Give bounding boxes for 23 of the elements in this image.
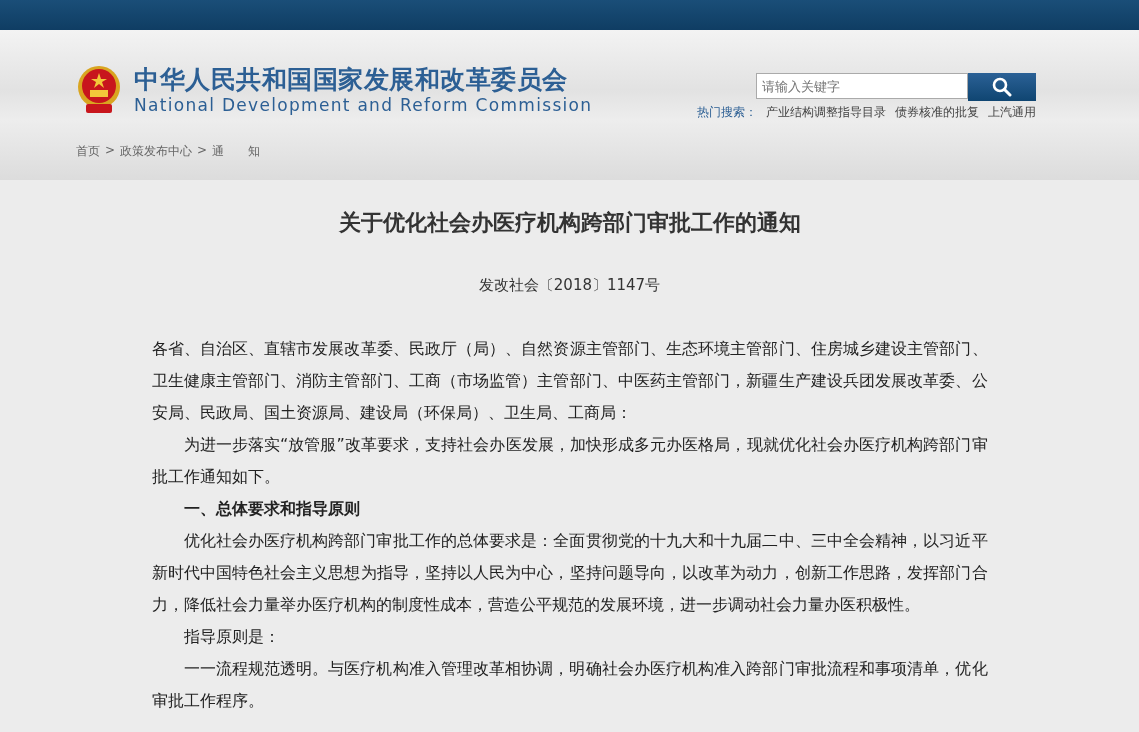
site-title: 中华人民共和国国家发展和改革委员会 — [134, 64, 569, 95]
paragraph: 优化社会办医疗机构跨部门审批工作的总体要求是：全面贯彻党的十九大和十九届二中、三中全会精神，以习近平新时代中国特色社会主义思想为指导，坚持以人民为中心，坚持问题导向，以改革为动力，创新工作思路，发挥部门合力，降低社会力量举办医疗机构的制度性成本，营造公平规范的发展环境，进一步调动社会力量办医积极性。 — [151, 530, 988, 616]
search-field[interactable]: 请输入关键字 — [756, 73, 968, 99]
breadcrumb-link[interactable]: 通 知 — [212, 143, 261, 160]
hot-search-link[interactable]: 产业结构调整指导目录 — [766, 104, 886, 121]
search-button[interactable] — [968, 73, 1036, 101]
search-icon — [992, 77, 1012, 97]
breadcrumb-link[interactable]: 政策发布中心 — [120, 143, 193, 160]
paragraph: 指导原则是： — [182, 626, 281, 648]
breadcrumb-link[interactable]: 首页 — [76, 143, 100, 160]
section-heading: 一、总体要求和指导原则 — [182, 498, 361, 520]
site-subtitle: National Development and Reform Commission — [134, 94, 593, 115]
hot-search-link[interactable]: 上汽通用 — [988, 104, 1036, 121]
hot-search-link[interactable]: 债券核准的批复 — [895, 104, 979, 121]
article-title: 关于优化社会办医疗机构跨部门审批工作的通知 — [337, 208, 802, 237]
paragraph: 各省、自治区、直辖市发展改革委、民政厅（局）、自然资源主管部门、生态环境主管部门、住房城乡建设主管部门、卫生健康主管部门、消防主管部门、工商（市场监管）主管部门、中医药主管部门，新疆生产建设兵团发展改革委、公安局、民政局、国土资源局、建设局（环保局）、卫生局、工商局： — [151, 338, 988, 424]
emblem-icon — [76, 63, 122, 116]
hot-search-label: 热门搜索： — [697, 104, 757, 121]
breadcrumb-separator: > — [197, 143, 208, 159]
breadcrumb-separator: > — [105, 143, 116, 159]
paragraph: 为进一步落实“放管服”改革要求，支持社会办医发展，加快形成多元办医格局，现就优化社会办医疗机构跨部门审批工作通知如下。 — [151, 434, 988, 488]
document-number: 发改社会〔2018〕1147号 — [477, 276, 662, 295]
paragraph: 一一流程规范透明。与医疗机构准入管理改革相协调，明确社会办医疗机构准入跨部门审批流程和事项清单，优化审批工作程序。 — [151, 658, 988, 712]
